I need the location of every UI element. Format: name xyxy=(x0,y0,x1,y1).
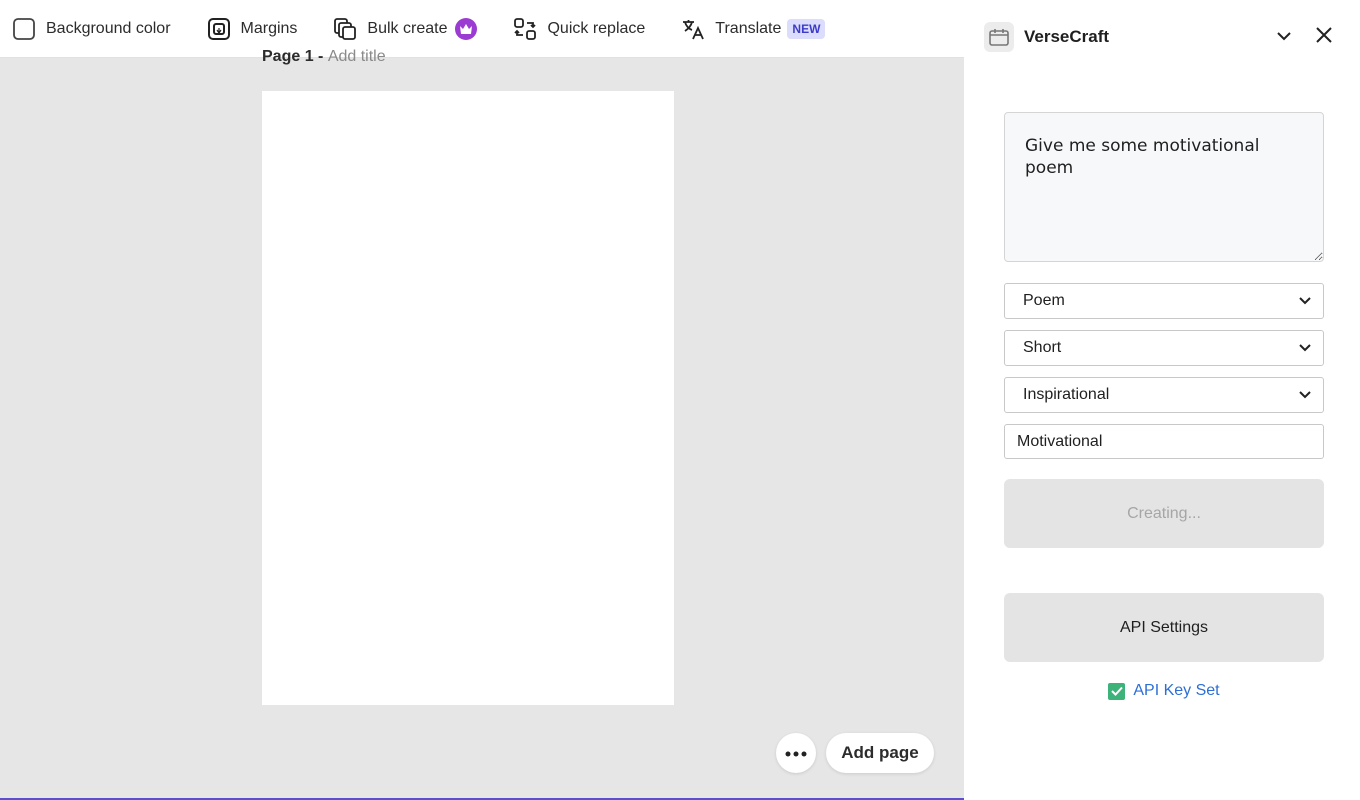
api-key-status-label: API Key Set xyxy=(1133,682,1220,699)
page-number-label: Page 1 - xyxy=(262,48,324,65)
chevron-down-icon xyxy=(1299,339,1311,357)
background-color-label: Background color xyxy=(46,19,171,37)
collapse-button[interactable] xyxy=(1272,25,1296,49)
bulk-create-icon xyxy=(333,17,357,41)
quick-replace-icon xyxy=(513,17,537,41)
more-options-button[interactable] xyxy=(776,733,816,773)
close-icon xyxy=(1316,26,1332,48)
app-title: VerseCraft xyxy=(1024,27,1110,46)
quick-replace-label: Quick replace xyxy=(547,19,646,37)
page-label: Page 1 - Add title xyxy=(262,48,386,66)
add-page-button[interactable]: Add page xyxy=(826,733,934,773)
content-type-select[interactable]: Poem xyxy=(1004,283,1324,319)
canvas-area: Page 1 - Add title Add page xyxy=(0,48,964,800)
close-button[interactable] xyxy=(1312,25,1336,49)
bulk-create-label: Bulk create xyxy=(367,19,448,37)
length-select[interactable]: Short xyxy=(1004,330,1324,366)
translate-button[interactable]: Translate NEW xyxy=(681,0,826,58)
margins-icon xyxy=(207,17,231,41)
panel-header: VerseCraft xyxy=(984,22,1340,52)
length-value: Short xyxy=(1023,339,1062,356)
ellipsis-icon xyxy=(785,744,807,762)
background-color-button[interactable]: Background color xyxy=(12,0,171,58)
quick-replace-button[interactable]: Quick replace xyxy=(513,0,645,58)
translate-icon xyxy=(681,17,705,41)
margins-label: Margins xyxy=(240,19,298,37)
top-toolbar: Background color Margins Bulk create Qui… xyxy=(0,0,964,58)
crown-icon xyxy=(455,17,478,40)
add-title-field[interactable]: Add title xyxy=(328,48,386,65)
checkmark-icon xyxy=(1108,682,1126,700)
calendar-icon xyxy=(984,22,1014,52)
api-key-status: API Key Set xyxy=(1004,680,1324,702)
content-type-value: Poem xyxy=(1023,292,1065,309)
chevron-down-icon xyxy=(1299,386,1311,404)
chevron-down-icon xyxy=(1277,28,1291,46)
theme-input[interactable] xyxy=(1004,424,1324,459)
api-settings-button[interactable]: API Settings xyxy=(1004,593,1324,662)
translate-label: Translate xyxy=(715,19,782,37)
prompt-textarea[interactable]: Give me some motivational poem xyxy=(1004,112,1324,262)
new-badge: NEW xyxy=(787,18,826,39)
page-canvas[interactable] xyxy=(262,91,674,705)
versecraft-panel: VerseCraft Give me some motivational poe… xyxy=(964,0,1360,800)
checkbox-square-icon xyxy=(12,17,36,41)
tone-select[interactable]: Inspirational xyxy=(1004,377,1324,413)
tone-value: Inspirational xyxy=(1023,386,1110,403)
chevron-down-icon xyxy=(1299,292,1311,310)
creating-button[interactable]: Creating... xyxy=(1004,479,1324,548)
